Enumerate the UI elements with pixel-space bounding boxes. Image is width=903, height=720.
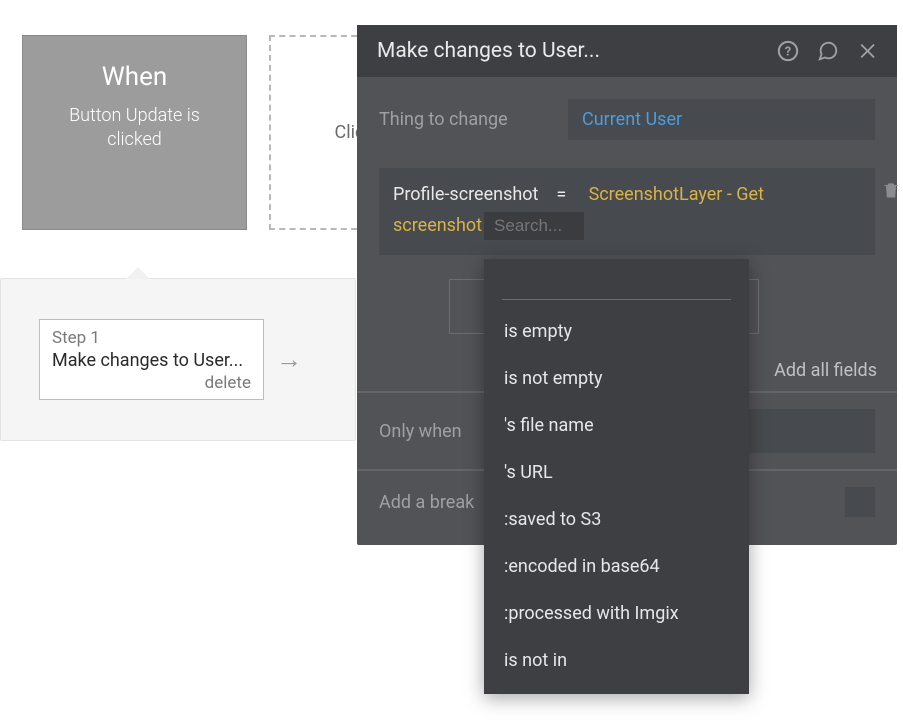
dropdown-item[interactable]: 's URL	[484, 449, 749, 496]
dropdown-item[interactable]: :encoded in base64	[484, 543, 749, 590]
panel-header[interactable]: Make changes to User... ?	[357, 25, 897, 77]
step-card[interactable]: Step 1 Make changes to User... delete	[39, 319, 264, 400]
expr-source-a[interactable]: ScreenshotLayer - Get	[589, 184, 764, 205]
when-subtitle: Button Update is clicked	[23, 104, 246, 153]
expr-field: Profile-screenshot	[393, 184, 538, 205]
svg-text:?: ?	[785, 45, 791, 60]
dropdown-separator	[502, 299, 731, 300]
arrow-right-icon: →	[276, 344, 302, 375]
breakpoint-toggle[interactable]	[845, 487, 875, 517]
step-title: Make changes to User...	[52, 350, 251, 371]
thing-to-change-label: Thing to change	[379, 109, 554, 130]
thing-to-change-row: Thing to change Current User	[379, 99, 875, 140]
panel-title: Make changes to User...	[377, 39, 600, 63]
dropdown-item[interactable]: is not in	[484, 637, 749, 684]
when-title: When	[102, 62, 168, 92]
panel-header-actions: ?	[777, 40, 879, 62]
comment-icon[interactable]	[817, 40, 839, 62]
step-number: Step 1	[52, 328, 251, 348]
close-icon[interactable]	[857, 40, 879, 62]
thing-to-change-value[interactable]: Current User	[568, 99, 875, 140]
dropdown-item[interactable]: is not empty	[484, 355, 749, 402]
dropdown-item[interactable]: :processed with Imgix	[484, 590, 749, 637]
dropdown-item[interactable]: 's file name	[484, 402, 749, 449]
dropdown-item[interactable]: :saved to S3	[484, 496, 749, 543]
expression-dropdown: is empty is not empty 's file name 's UR…	[484, 259, 749, 694]
help-icon[interactable]: ?	[777, 40, 799, 62]
dropdown-item[interactable]: is empty	[484, 308, 749, 355]
trash-icon[interactable]	[881, 180, 901, 202]
when-event-block[interactable]: When Button Update is clicked	[22, 35, 247, 230]
expression-box[interactable]: Profile-screenshot = ScreenshotLayer - G…	[379, 168, 875, 255]
expression-search-input[interactable]	[484, 212, 584, 240]
step-delete-link[interactable]: delete	[52, 373, 251, 393]
expr-equals: =	[556, 184, 566, 205]
expr-source-b[interactable]: screenshot	[393, 215, 482, 236]
steps-panel: Step 1 Make changes to User... delete →	[0, 278, 356, 441]
add-all-fields-link[interactable]: Add all fields	[774, 360, 877, 381]
